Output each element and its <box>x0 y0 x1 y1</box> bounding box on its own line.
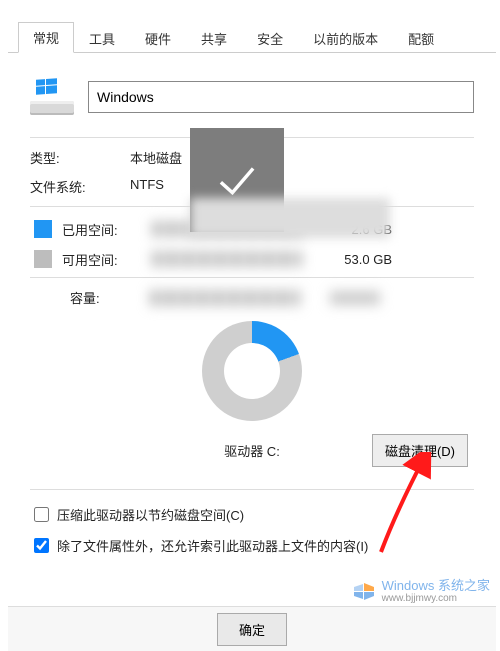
free-space-bytes-blurred <box>152 251 302 267</box>
divider <box>30 277 474 278</box>
tab-previous-versions[interactable]: 以前的版本 <box>298 23 393 53</box>
tab-security[interactable]: 安全 <box>242 23 298 53</box>
type-value: 本地磁盘 <box>130 148 182 167</box>
tab-strip: 常规 工具 硬件 共享 安全 以前的版本 配额 <box>8 22 496 53</box>
tab-hardware[interactable]: 硬件 <box>130 23 186 53</box>
index-label: 除了文件属性外，还允许索引此驱动器上文件的内容(I) <box>57 536 368 555</box>
used-space-label: 已用空间: <box>62 220 152 239</box>
free-space-row: 可用空间: 53.0 GB <box>30 247 474 271</box>
donut-icon <box>202 321 302 421</box>
compress-checkbox[interactable] <box>34 507 49 522</box>
capacity-bytes-blurred <box>150 290 300 306</box>
divider <box>30 489 474 490</box>
compress-label: 压缩此驱动器以节约磁盘空间(C) <box>57 505 244 524</box>
drive-icon <box>30 79 74 115</box>
compress-checkbox-row[interactable]: 压缩此驱动器以节约磁盘空间(C) <box>30 504 474 525</box>
tab-quota[interactable]: 配额 <box>393 23 449 53</box>
drive-name-row <box>30 79 474 115</box>
disk-cleanup-button[interactable]: 磁盘清理(D) <box>372 434 468 467</box>
type-label: 类型: <box>30 148 130 167</box>
blur-overlay <box>190 198 390 238</box>
free-space-gb: 53.0 GB <box>322 252 392 267</box>
free-space-label: 可用空间: <box>62 250 152 269</box>
watermark-url: www.bjjmwy.com <box>382 592 490 605</box>
tab-tools[interactable]: 工具 <box>74 23 130 53</box>
free-swatch-icon <box>34 250 52 268</box>
capacity-label: 容量: <box>70 288 130 307</box>
index-checkbox[interactable] <box>34 538 49 553</box>
dialog-button-bar: 确定 <box>8 606 496 651</box>
filesystem-value: NTFS <box>130 177 164 196</box>
tab-general[interactable]: 常规 <box>18 22 74 53</box>
filesystem-label: 文件系统: <box>30 177 130 196</box>
below-chart-row: 驱动器 C: 磁盘清理(D) <box>30 435 474 465</box>
watermark: Windows 系统之家 www.bjjmwy.com <box>352 579 490 605</box>
watermark-title: Windows 系统之家 <box>382 579 490 592</box>
checkbox-group: 压缩此驱动器以节约磁盘空间(C) 除了文件属性外，还允许索引此驱动器上文件的内容… <box>30 504 474 556</box>
capacity-gb-blurred <box>330 291 380 305</box>
used-swatch-icon <box>34 220 52 238</box>
usage-chart <box>30 321 474 421</box>
index-checkbox-row[interactable]: 除了文件属性外，还允许索引此驱动器上文件的内容(I) <box>30 535 474 556</box>
drive-name-input[interactable] <box>88 81 474 113</box>
windows-logo-icon <box>352 580 376 604</box>
ok-button[interactable]: 确定 <box>217 613 287 646</box>
capacity-row: 容量: <box>30 288 474 307</box>
properties-dialog: 常规 工具 硬件 共享 安全 以前的版本 配额 类型: 本地磁盘 文件系统: N… <box>8 0 496 651</box>
checkmark-icon <box>214 157 260 203</box>
tab-sharing[interactable]: 共享 <box>186 23 242 53</box>
